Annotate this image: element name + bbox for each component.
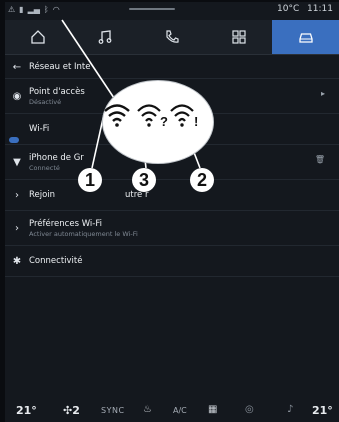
- callout-2: 2: [190, 168, 214, 192]
- wifi-warning-mark: !: [194, 114, 198, 129]
- wifi-unknown-mark: ?: [160, 114, 168, 129]
- callout-leader-lines: [61, 19, 201, 169]
- wifi-full-icon: [104, 104, 130, 127]
- callout-3: 3: [132, 168, 156, 192]
- wifi-unknown-icon: [137, 104, 161, 127]
- wifi-warning-icon: [170, 104, 194, 127]
- callout-1: 1: [78, 168, 102, 192]
- wifi-status-icons: ? !: [104, 104, 198, 129]
- wifi-status-zoom: ? !: [102, 80, 214, 164]
